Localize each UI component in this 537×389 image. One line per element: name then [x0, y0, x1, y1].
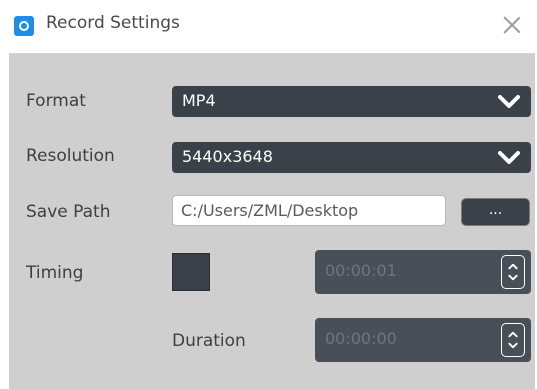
resolution-select[interactable]: 5440x3648	[172, 142, 531, 173]
format-select[interactable]: MP4	[172, 86, 531, 117]
browse-button[interactable]: ...	[461, 198, 530, 226]
duration-time-input[interactable]: 00:00:00	[315, 318, 531, 362]
timing-time-input[interactable]: 00:00:01	[315, 250, 531, 294]
timing-label: Timing	[26, 263, 84, 283]
format-value: MP4	[182, 91, 216, 110]
save-path-value: C:/Users/ZML/Desktop	[181, 201, 359, 220]
resolution-value: 5440x3648	[182, 147, 273, 166]
chevron-down-icon	[498, 151, 520, 164]
app-record-icon	[14, 16, 34, 36]
format-label: Format	[26, 91, 86, 111]
duration-time-value: 00:00:00	[325, 329, 397, 348]
spin-arrows-icon[interactable]	[501, 323, 525, 357]
window-title: Record Settings	[46, 13, 180, 33]
save-path-input[interactable]: C:/Users/ZML/Desktop	[172, 195, 446, 226]
settings-panel: Format MP4 Resolution 5440x3648 Save Pat…	[9, 53, 535, 389]
chevron-down-icon	[498, 95, 520, 108]
close-icon[interactable]	[499, 12, 525, 38]
duration-label: Duration	[172, 331, 246, 351]
title-bar: Record Settings	[0, 0, 537, 53]
timing-checkbox[interactable]	[172, 253, 210, 291]
spin-arrows-icon[interactable]	[501, 255, 525, 289]
timing-time-value: 00:00:01	[325, 261, 397, 280]
resolution-label: Resolution	[26, 146, 115, 166]
save-path-label: Save Path	[26, 202, 111, 222]
